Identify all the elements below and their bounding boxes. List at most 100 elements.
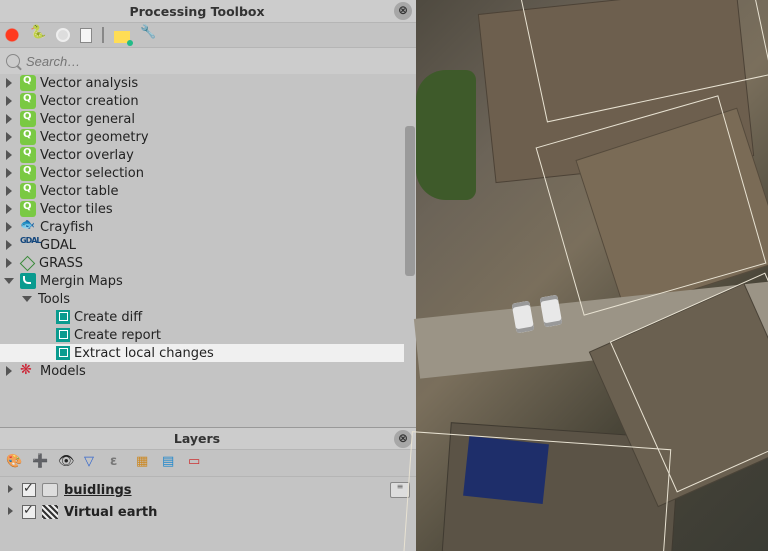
disclosure-triangle-icon[interactable]	[4, 149, 16, 161]
history-icon[interactable]	[56, 28, 70, 42]
filter-legend-icon[interactable]	[84, 455, 100, 471]
processing-tree[interactable]: Vector analysis Vector creation Vector gen…	[0, 74, 416, 427]
tree-item-label: Vector geometry	[40, 130, 149, 145]
gdal-icon: GDAL	[20, 237, 36, 253]
map-canvas[interactable]	[416, 0, 768, 551]
visibility-icon[interactable]	[58, 455, 74, 471]
disclosure-triangle-icon[interactable]	[4, 257, 16, 269]
tree-provider-item[interactable]: GDAL GDAL	[0, 236, 416, 254]
tool-icon	[56, 328, 70, 342]
layer-row[interactable]: buidlings≡	[0, 479, 416, 501]
models-icon	[20, 363, 36, 379]
tree-provider-item[interactable]: Vector overlay	[0, 146, 416, 164]
qgis-icon	[20, 165, 36, 181]
disclosure-triangle-icon[interactable]	[4, 131, 16, 143]
tree-provider-item[interactable]: Vector general	[0, 110, 416, 128]
disclosure-triangle-icon[interactable]	[4, 239, 16, 251]
layer-visibility-checkbox[interactable]	[22, 483, 36, 497]
tree-algorithm-item[interactable]: Create diff	[0, 308, 416, 326]
tree-item-label: Vector creation	[40, 94, 139, 109]
tree-item-label: Create diff	[74, 310, 142, 325]
disclosure-triangle-icon[interactable]	[4, 275, 16, 287]
tree-item-label: Models	[40, 364, 86, 379]
collapse-all-icon[interactable]	[162, 455, 178, 471]
python-icon[interactable]	[30, 27, 46, 43]
tree-item-label: Mergin Maps	[40, 274, 123, 289]
qgis-icon	[20, 111, 36, 127]
tree-item-label: Vector analysis	[40, 76, 138, 91]
tree-provider-item[interactable]: Vector selection	[0, 164, 416, 182]
processing-toolbar	[0, 22, 416, 48]
tree-provider-item[interactable]: GRASS	[0, 254, 416, 272]
results-icon[interactable]	[80, 28, 92, 43]
left-dock: Processing Toolbox ⊗ Vector analysisVect…	[0, 0, 416, 551]
filter-expression-icon[interactable]	[110, 455, 126, 471]
tree-algorithm-item[interactable]: Extract local changes	[0, 344, 416, 362]
qgis-icon	[20, 75, 36, 91]
map-polygon	[401, 431, 672, 551]
disclosure-triangle-icon[interactable]	[4, 203, 16, 215]
tree-item-label: Vector overlay	[40, 148, 134, 163]
disclosure-triangle-icon[interactable]	[6, 507, 16, 517]
tree-item-label: GRASS	[39, 256, 83, 271]
tree-provider-item[interactable]: Vector tiles	[0, 200, 416, 218]
tree-algorithm-item[interactable]: Create report	[0, 326, 416, 344]
layers-panel-header: Layers ⊗	[0, 427, 416, 449]
layers-toolbar	[0, 449, 416, 477]
qgis-icon	[20, 147, 36, 163]
layer-style-icon[interactable]	[6, 455, 22, 471]
layer-row[interactable]: Virtual earth	[0, 501, 416, 523]
tree-item-label: Vector table	[40, 184, 118, 199]
disclosure-triangle-icon[interactable]	[4, 167, 16, 179]
tree-provider-item[interactable]: Models	[0, 362, 416, 380]
disclosure-triangle-icon[interactable]	[4, 221, 16, 233]
qgis-icon	[20, 183, 36, 199]
tree-item-label: Extract local changes	[74, 346, 214, 361]
tree-item-label: Crayfish	[40, 220, 93, 235]
qgis-icon	[20, 93, 36, 109]
tree-provider-item[interactable]: Vector table	[0, 182, 416, 200]
tree-item-label: Create report	[74, 328, 161, 343]
layers-list[interactable]: buidlings≡Virtual earth	[0, 477, 416, 551]
tree-provider-item[interactable]: Vector creation	[0, 92, 416, 110]
raster-symbol-icon	[42, 505, 58, 519]
tool-icon	[56, 346, 70, 360]
disclosure-triangle-icon[interactable]	[4, 185, 16, 197]
tree-item-label: Tools	[38, 292, 70, 307]
tree-provider-item[interactable]: Mergin Maps	[0, 272, 416, 290]
remove-layer-icon[interactable]	[188, 455, 204, 471]
tree-provider-item[interactable]: Tools	[0, 290, 416, 308]
processing-search-input[interactable]	[26, 54, 410, 69]
tree-provider-item[interactable]: Vector geometry	[0, 128, 416, 146]
disclosure-triangle-icon[interactable]	[4, 95, 16, 107]
disclosure-triangle-icon[interactable]	[6, 485, 16, 495]
tree-item-label: Vector general	[40, 112, 135, 127]
add-group-icon[interactable]	[32, 455, 48, 471]
expand-all-icon[interactable]	[136, 455, 152, 471]
processing-search-row	[0, 48, 416, 74]
disclosure-triangle-icon[interactable]	[4, 365, 16, 377]
processing-panel-close-icon[interactable]: ⊗	[394, 2, 412, 20]
tree-provider-item[interactable]: Crayfish	[0, 218, 416, 236]
layer-name-label: buidlings	[64, 483, 132, 498]
layers-panel-close-icon[interactable]: ⊗	[394, 430, 412, 448]
layer-visibility-checkbox[interactable]	[22, 505, 36, 519]
disclosure-triangle-icon[interactable]	[22, 293, 34, 305]
processing-panel-title: Processing Toolbox	[0, 4, 394, 19]
options-icon[interactable]	[140, 27, 156, 43]
edit-in-place-icon[interactable]	[114, 31, 130, 43]
tree-scrollbar-thumb[interactable]	[405, 126, 415, 276]
tree-provider-item[interactable]: Vector analysis	[0, 74, 416, 92]
tree-scrollbar[interactable]	[404, 74, 416, 427]
tree-item-label: GDAL	[40, 238, 76, 253]
layers-panel-title: Layers	[0, 431, 394, 446]
polygon-symbol-icon	[42, 483, 58, 497]
mergin-icon	[20, 273, 36, 289]
disclosure-triangle-icon[interactable]	[4, 113, 16, 125]
disclosure-triangle-icon[interactable]	[4, 77, 16, 89]
toolbox-icon[interactable]	[4, 27, 20, 43]
map-content	[416, 0, 768, 551]
tree-item-label: Vector tiles	[40, 202, 113, 217]
qgis-icon	[20, 201, 36, 217]
crayfish-icon	[20, 219, 36, 235]
